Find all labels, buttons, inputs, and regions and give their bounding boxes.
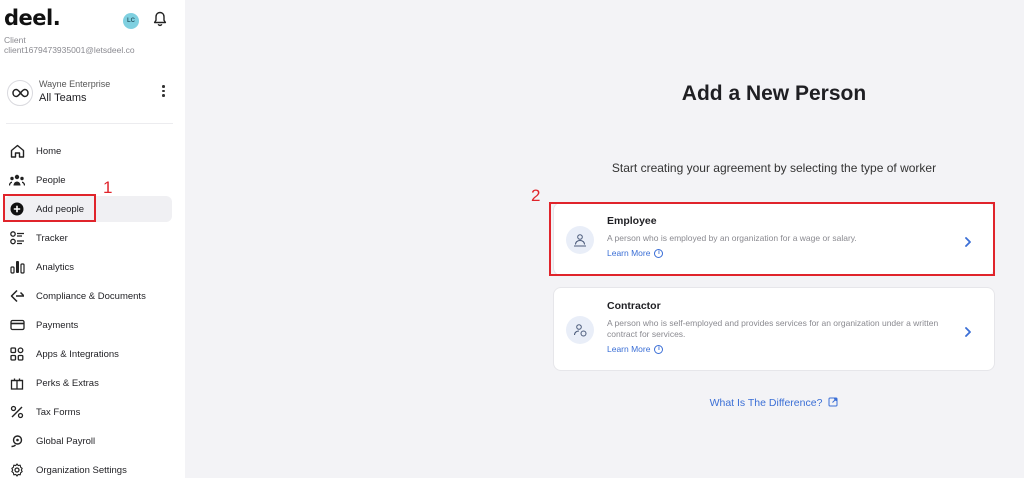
deel-logo[interactable]: deel. [4, 6, 61, 30]
what-is-the-difference-link[interactable]: What Is The Difference? [553, 397, 995, 410]
page-subtitle: Start creating your agreement by selecti… [611, 161, 937, 175]
sidebar-item-label: Analytics [36, 261, 75, 273]
contractor-description: A person who is self-employed and provid… [607, 318, 939, 339]
sidebar-item-label: Organization Settings [36, 464, 127, 476]
highlight-box-employee [549, 202, 995, 276]
org-team-name: All Teams [39, 92, 87, 104]
sidebar-divider [6, 123, 173, 124]
step-number-1: 1 [103, 178, 113, 197]
avatar[interactable]: LC [123, 13, 139, 29]
org-switcher[interactable]: Wayne Enterprise All Teams [4, 73, 174, 111]
sidebar-item-apps[interactable]: Apps & Integrations [4, 341, 172, 367]
highlight-box-add-people [3, 194, 96, 222]
percent-icon [8, 403, 26, 421]
analytics-icon [8, 258, 26, 276]
sidebar-item-payments[interactable]: Payments [4, 312, 172, 338]
contractor-icon [566, 316, 594, 344]
chevron-right-icon[interactable] [964, 324, 972, 337]
sidebar-item-label: Payments [36, 319, 79, 331]
sidebar-item-global-payroll[interactable]: Global Payroll [4, 428, 172, 454]
step-number-2: 2 [531, 186, 541, 205]
more-vertical-icon[interactable] [162, 85, 166, 99]
sidebar: deel. LC Client client1679473935001@lets… [0, 0, 185, 478]
sidebar-item-label: Home [36, 145, 62, 157]
sidebar-item-label: Compliance & Documents [36, 290, 146, 302]
sidebar-item-label: People [36, 174, 66, 186]
card-icon [8, 316, 26, 334]
learn-more-label: Learn More [607, 344, 651, 354]
tracker-icon [8, 229, 26, 247]
user-role: Client [4, 35, 26, 45]
difference-label: What Is The Difference? [709, 397, 823, 409]
info-icon: i [654, 344, 664, 354]
sidebar-item-label: Perks & Extras [36, 377, 99, 389]
sidebar-item-label: Global Payroll [36, 435, 96, 447]
contractor-learn-more-link[interactable]: Learn More i [607, 344, 664, 354]
bell-icon[interactable] [153, 11, 167, 27]
sidebar-item-organization-settings[interactable]: Organization Settings [4, 457, 172, 478]
sidebar-item-perks[interactable]: Perks & Extras [4, 370, 172, 396]
gift-icon [8, 374, 26, 392]
org-company-name: Wayne Enterprise [39, 79, 111, 89]
sidebar-item-people[interactable]: People [4, 167, 172, 193]
page-title: Add a New Person [681, 82, 867, 105]
sidebar-item-home[interactable]: Home [4, 138, 172, 164]
payroll-icon [8, 432, 26, 450]
org-logo-icon [7, 80, 33, 106]
sidebar-item-analytics[interactable]: Analytics [4, 254, 172, 280]
external-link-icon [828, 397, 838, 410]
home-icon [8, 142, 26, 160]
gear-icon [8, 461, 26, 478]
sidebar-item-tax-forms[interactable]: Tax Forms [4, 399, 172, 425]
sidebar-item-tracker[interactable]: Tracker [4, 225, 172, 251]
user-email: client1679473935001@letsdeel.co [4, 45, 135, 55]
sidebar-item-label: Apps & Integrations [36, 348, 119, 360]
sidebar-item-compliance[interactable]: Compliance & Documents [4, 283, 172, 309]
contractor-title: Contractor [607, 300, 661, 312]
sidebar-item-label: Tax Forms [36, 406, 81, 418]
sidebar-item-label: Tracker [36, 232, 68, 244]
people-icon [8, 171, 26, 189]
apps-icon [8, 345, 26, 363]
contractor-option-card[interactable]: Contractor A person who is self-employed… [553, 287, 995, 371]
gavel-icon [8, 287, 26, 305]
